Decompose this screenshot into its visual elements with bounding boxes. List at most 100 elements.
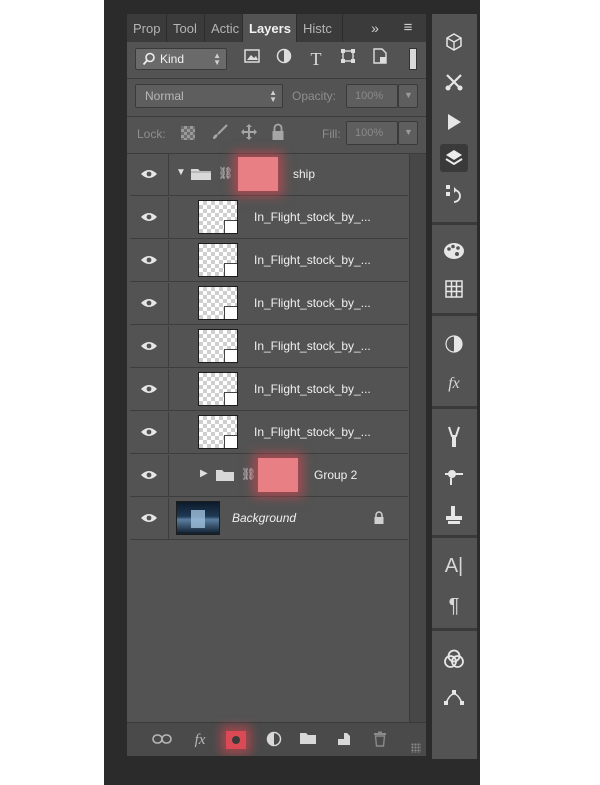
tab-tool-presets[interactable]: Tool	[167, 14, 205, 42]
layer-thumbnail[interactable]	[198, 243, 238, 277]
blend-mode-select[interactable]: Normal ▲ ▼	[135, 84, 283, 108]
filter-pixel-icon[interactable]	[239, 48, 265, 70]
tab-layers[interactable]: Layers	[243, 14, 297, 42]
paragraph-icon[interactable]: ¶	[440, 592, 468, 620]
visibility-toggle[interactable]	[130, 197, 169, 238]
layer-row-smart-object[interactable]: In_Flight_stock_by_...	[130, 197, 408, 239]
filter-toggle-switch[interactable]	[409, 48, 417, 70]
layer-thumbnail[interactable]	[198, 372, 238, 406]
layer-row-group-2[interactable]: ▶ ⛓ Group 2	[130, 455, 408, 497]
styles-fx-icon[interactable]: fx	[440, 370, 468, 398]
layer-name: In_Flight_stock_by_...	[254, 253, 371, 267]
blend-mode-value: Normal	[145, 89, 184, 103]
layer-thumbnail[interactable]	[198, 200, 238, 234]
fill-input[interactable]: 100%	[346, 121, 398, 145]
smart-object-badge-icon	[224, 306, 237, 319]
opacity-dropdown-button[interactable]: ▼	[398, 84, 418, 108]
link-layers-icon[interactable]	[151, 731, 173, 749]
link-chain-icon[interactable]: ⛓	[218, 166, 233, 180]
adjustments-icon[interactable]	[440, 330, 468, 358]
brush-presets-icon[interactable]	[440, 463, 468, 491]
visibility-toggle[interactable]	[130, 326, 169, 367]
lock-image-pixels-icon[interactable]	[211, 123, 229, 146]
link-chain-icon[interactable]: ⛓	[241, 467, 256, 481]
folder-icon	[215, 468, 235, 487]
filter-shape-icon[interactable]	[335, 48, 361, 70]
layer-row-smart-object[interactable]: In_Flight_stock_by_...	[130, 369, 408, 411]
layer-thumbnail[interactable]	[198, 286, 238, 320]
filter-type-icon[interactable]: T	[303, 48, 329, 70]
visibility-toggle[interactable]	[130, 412, 169, 453]
channels-icon[interactable]	[440, 645, 468, 673]
expand-triangle-icon[interactable]: ▶	[200, 468, 208, 479]
fill-value: 100%	[355, 127, 384, 139]
smart-object-badge-icon	[224, 349, 237, 362]
filter-kind-select[interactable]: Kind ▲ ▼	[135, 48, 227, 70]
new-layer-icon[interactable]	[333, 731, 355, 749]
dock-group	[432, 14, 477, 219]
filter-smart-object-icon[interactable]	[367, 48, 393, 70]
layer-name: Background	[232, 511, 297, 525]
eye-icon	[141, 299, 157, 307]
layer-name: In_Flight_stock_by_...	[254, 210, 371, 224]
panel-menu-icon[interactable]: ≡	[393, 14, 423, 42]
3d-icon[interactable]	[440, 28, 468, 56]
dock-group	[432, 222, 477, 313]
opacity-input[interactable]: 100%	[346, 84, 398, 108]
swatches-icon[interactable]	[440, 275, 468, 303]
lock-all-icon[interactable]	[271, 123, 285, 146]
group-mask-thumbnail[interactable]	[238, 157, 278, 191]
visibility-toggle[interactable]	[130, 455, 169, 496]
layer-name: In_Flight_stock_by_...	[254, 382, 371, 396]
divider	[127, 78, 426, 79]
background-thumbnail[interactable]	[176, 501, 220, 535]
layer-row-smart-object[interactable]: In_Flight_stock_by_...	[130, 240, 408, 282]
expand-triangle-icon[interactable]: ▼	[176, 167, 186, 178]
clone-source-icon[interactable]	[440, 501, 468, 529]
new-group-icon[interactable]	[297, 731, 319, 749]
layer-name: In_Flight_stock_by_...	[254, 339, 371, 353]
layer-row-ship[interactable]: ▼ ⛓ ship	[130, 154, 408, 196]
tab-properties[interactable]: Prop	[127, 14, 167, 42]
smart-object-badge-icon	[224, 392, 237, 405]
layer-row-smart-object[interactable]: In_Flight_stock_by_...	[130, 283, 408, 325]
filter-adjustment-icon[interactable]	[271, 48, 297, 70]
tab-history[interactable]: Histc	[297, 14, 343, 42]
layer-row-background[interactable]: Background	[130, 498, 408, 540]
tool-presets-icon[interactable]	[440, 68, 468, 96]
layer-thumbnail[interactable]	[198, 415, 238, 449]
layer-row-smart-object[interactable]: In_Flight_stock_by_...	[130, 326, 408, 368]
visibility-toggle[interactable]	[130, 154, 169, 195]
layers-scrollbar[interactable]	[409, 154, 426, 722]
layers-bottom-toolbar: fx	[127, 722, 426, 756]
lock-transparent-pixels-icon[interactable]	[181, 126, 195, 140]
visibility-toggle[interactable]	[130, 240, 169, 281]
fx-icon[interactable]: fx	[189, 731, 211, 749]
character-icon[interactable]: A|	[440, 552, 468, 580]
play-icon[interactable]	[440, 108, 468, 136]
eye-icon	[141, 514, 157, 522]
collapse-panels-icon[interactable]: »	[363, 14, 387, 42]
lock-position-icon[interactable]	[240, 123, 258, 146]
lock-icon	[373, 511, 385, 530]
brush-icon[interactable]	[440, 423, 468, 451]
adjustment-layer-icon[interactable]	[263, 731, 285, 749]
visibility-toggle[interactable]	[130, 369, 169, 410]
history-icon[interactable]	[440, 180, 468, 208]
paths-icon[interactable]	[440, 683, 468, 711]
layer-row-smart-object[interactable]: In_Flight_stock_by_...	[130, 412, 408, 454]
tab-actions[interactable]: Actic	[205, 14, 243, 42]
layers-panel: Prop Tool Actic Layers Histc » ≡ Kind ▲ ▼…	[127, 14, 426, 756]
visibility-toggle[interactable]	[130, 283, 169, 324]
color-palette-icon[interactable]	[440, 237, 468, 265]
visibility-toggle[interactable]	[130, 498, 169, 539]
layers-icon[interactable]	[440, 144, 468, 172]
smart-object-badge-icon	[224, 263, 237, 276]
group-mask-thumbnail[interactable]	[258, 458, 298, 492]
trash-icon[interactable]	[369, 731, 391, 749]
layer-name: In_Flight_stock_by_...	[254, 296, 371, 310]
add-mask-icon[interactable]	[225, 731, 247, 749]
layer-thumbnail[interactable]	[198, 329, 238, 363]
resize-grip-icon[interactable]	[411, 743, 421, 753]
fill-dropdown-button[interactable]: ▼	[398, 121, 418, 145]
